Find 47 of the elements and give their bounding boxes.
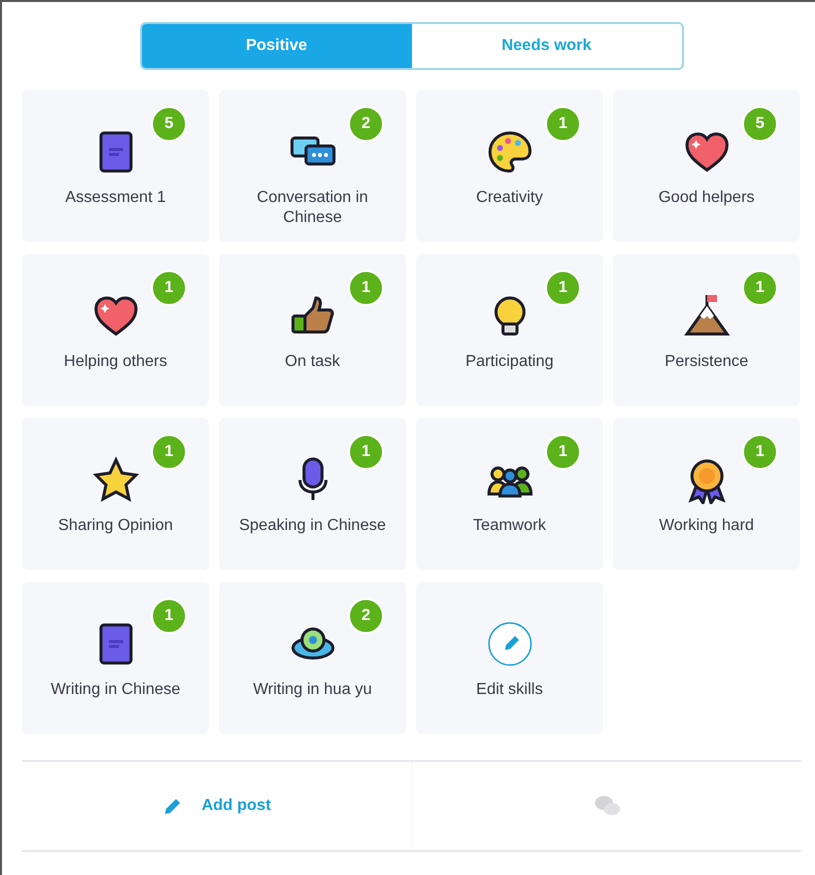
skill-tile[interactable]: Assessment 1 5 — [22, 90, 209, 242]
count-badge: 5 — [742, 106, 778, 142]
star-icon — [92, 456, 140, 504]
count-badge: 1 — [742, 434, 778, 470]
count-badge: 5 — [151, 106, 187, 142]
count-badge: 1 — [151, 598, 187, 634]
skill-label: Good helpers — [657, 188, 756, 208]
skill-tile[interactable]: Participating 1 — [416, 254, 603, 406]
count-badge: 1 — [151, 270, 187, 306]
skill-label: Teamwork — [472, 516, 547, 536]
skill-label: On task — [284, 352, 342, 372]
skill-label: Participating — [464, 352, 555, 372]
skill-label: Speaking in Chinese — [238, 516, 387, 536]
count-badge: 1 — [348, 270, 384, 306]
skill-label: Persistence — [664, 352, 750, 372]
chat-bubbles-icon — [592, 794, 621, 818]
skill-tile[interactable]: Writing in hua yu 2 — [219, 582, 406, 734]
skill-label: Edit skills — [475, 680, 544, 700]
skill-tile[interactable]: Conversation in Chinese 2 — [219, 90, 406, 242]
skill-label: Sharing Opinion — [57, 516, 174, 536]
skill-tile[interactable]: Teamwork 1 — [416, 418, 603, 570]
skill-tile[interactable]: Helping others 1 — [22, 254, 209, 406]
skill-label: Creativity — [475, 188, 544, 208]
skill-label: Assessment 1 — [64, 188, 167, 208]
count-badge: 1 — [348, 434, 384, 470]
skill-tile[interactable]: Creativity 1 — [416, 90, 603, 242]
skill-tile[interactable]: Good helpers 5 — [613, 90, 800, 242]
count-badge: 1 — [545, 106, 581, 142]
count-badge: 2 — [348, 598, 384, 634]
count-badge: 1 — [545, 270, 581, 306]
skill-label: Conversation in Chinese — [256, 188, 370, 228]
skill-tile[interactable]: Persistence 1 — [613, 254, 800, 406]
skill-label: Writing in hua yu — [252, 680, 373, 700]
skill-tile[interactable]: Working hard 1 — [613, 418, 800, 570]
skill-tile[interactable]: Sharing Opinion 1 — [22, 418, 209, 570]
skill-label: Working hard — [658, 516, 755, 536]
skill-tile[interactable]: Speaking in Chinese 1 — [219, 418, 406, 570]
count-badge: 1 — [545, 434, 581, 470]
count-badge: 1 — [742, 270, 778, 306]
count-badge: 1 — [151, 434, 187, 470]
skill-label: Helping others — [62, 352, 168, 372]
skill-tile[interactable]: Writing in Chinese 1 — [22, 582, 209, 734]
count-badge: 2 — [348, 106, 384, 142]
skill-tile[interactable]: On task 1 — [219, 254, 406, 406]
edit-skills-tile[interactable]: Edit skills — [416, 582, 603, 734]
skill-label: Writing in Chinese — [50, 680, 182, 700]
pencil-circle-icon — [486, 620, 534, 668]
